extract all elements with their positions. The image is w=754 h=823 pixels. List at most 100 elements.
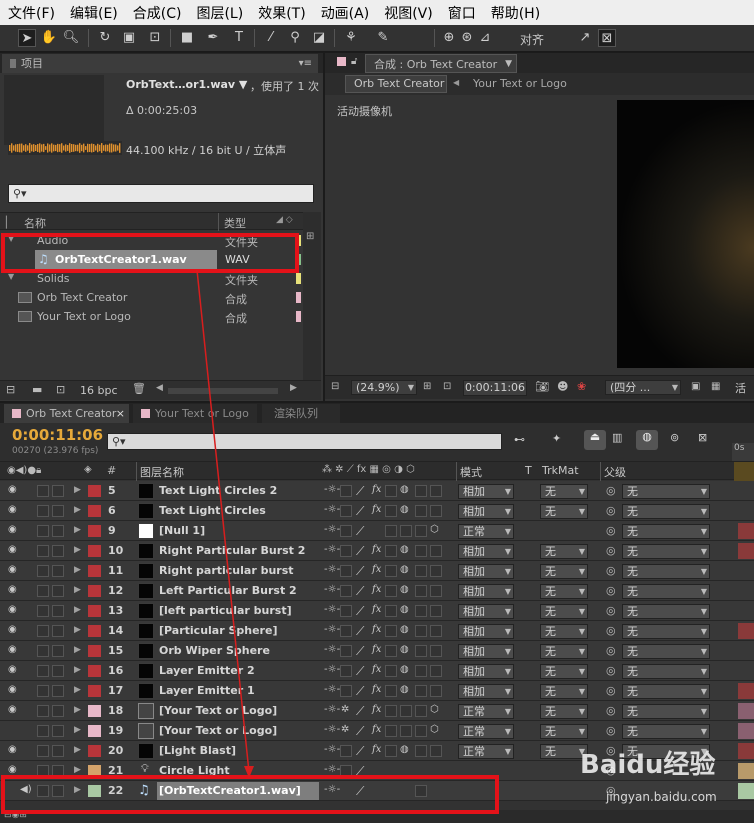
pickwhip-icon[interactable]: ◎ (606, 504, 616, 517)
adjustment-box[interactable] (415, 485, 427, 497)
collapse-box[interactable] (340, 665, 352, 677)
layer-name[interactable]: Right particular burst (159, 564, 294, 577)
adjustment-box[interactable] (415, 665, 427, 677)
eye-icon[interactable]: ◉ (8, 525, 20, 535)
fx-switch-icon[interactable]: fx (372, 744, 381, 755)
work-area-bar[interactable] (734, 462, 754, 481)
adjustment-box[interactable] (415, 745, 427, 757)
eye-icon[interactable]: ◉ (8, 745, 20, 755)
adjustment-box[interactable] (415, 785, 427, 797)
collapse-box[interactable] (340, 645, 352, 657)
layer-row[interactable]: ◉ ▶ 17 Layer Emitter 1 -☼- ⟋ fx ◍ 相加 ▼ 无 ▼ ◎ 无 ▼ (0, 681, 754, 701)
shy-switch-icon[interactable]: -☼- (324, 484, 340, 495)
mode-dropdown[interactable]: 正常 ▼ (458, 524, 514, 539)
current-time[interactable]: 0:00:11:06 (12, 426, 103, 444)
3d-layer-box[interactable] (430, 665, 442, 677)
new-comp-icon[interactable]: ⊡ (56, 383, 65, 396)
trkmat-dropdown[interactable]: 无 ▼ (540, 484, 588, 499)
parent-dropdown[interactable]: 无 ▼ (622, 664, 710, 679)
layer-label-color[interactable] (88, 745, 101, 757)
comp-timecode[interactable]: 0:00:11:06 (463, 380, 527, 396)
shy-switch-icon[interactable]: -☼- (324, 684, 340, 695)
rectangle-tool-icon[interactable]: ■ (178, 29, 196, 47)
new-folder-icon[interactable]: ▬ (32, 383, 42, 396)
quality-switch-icon[interactable]: ⟋ (356, 764, 364, 779)
layer-duration-bar[interactable] (738, 523, 754, 539)
frame-blend-box[interactable] (385, 745, 397, 757)
quality-switch-icon[interactable]: ⟋ (356, 744, 364, 759)
breadcrumb-your-text-or-logo[interactable]: Your Text or Logo (473, 77, 567, 90)
layer-duration-bar[interactable] (738, 563, 754, 579)
lock-box[interactable] (52, 665, 64, 677)
mode-dropdown[interactable]: 相加 ▼ (458, 644, 514, 659)
layer-name[interactable]: Text Light Circles 2 (159, 484, 277, 497)
solo-box[interactable] (37, 545, 49, 557)
transparency-grid-icon[interactable]: ▦ (711, 381, 720, 392)
eye-icon[interactable]: ◉ (8, 605, 20, 615)
shy-switch-icon[interactable]: -☼- (324, 584, 340, 595)
lock-box[interactable] (52, 505, 64, 517)
fx-switch-icon[interactable]: fx (372, 704, 381, 715)
shy-switch-icon[interactable]: -☼- (324, 644, 340, 655)
3d-layer-icon[interactable]: ⬡ (430, 724, 439, 735)
solo-box[interactable] (37, 485, 49, 497)
lock-box[interactable] (52, 625, 64, 637)
parent-dropdown[interactable]: 无 ▼ (622, 684, 710, 699)
project-search-input[interactable]: ⚲▾ (8, 184, 314, 203)
quality-switch-icon[interactable]: ⟋ (356, 724, 364, 739)
frame-blend-box[interactable] (385, 725, 397, 737)
3d-layer-box[interactable] (430, 745, 442, 757)
graph-editor-icon[interactable]: ⊠ (698, 431, 707, 444)
pickwhip-icon[interactable]: ◎ (606, 704, 616, 717)
collapse-box[interactable] (340, 525, 352, 537)
lock-box[interactable] (52, 645, 64, 657)
shy-switch-icon[interactable]: -☼- (324, 564, 340, 575)
layer-row[interactable]: ◉ ▶ 15 Orb Wiper Sphere -☼- ⟋ fx ◍ 相加 ▼ 无 ▼ ◎ 无 ▼ (0, 641, 754, 661)
layer-name[interactable]: [OrbTextCreator1.wav] (157, 782, 319, 800)
bit-depth-label[interactable]: 16 bpc (80, 384, 118, 397)
lock-box[interactable] (52, 485, 64, 497)
fx-switch-icon[interactable]: fx (372, 484, 381, 495)
eye-icon[interactable]: ◉ (8, 645, 20, 655)
lock-box[interactable] (52, 685, 64, 697)
motion-blur-icon[interactable]: ◍ (400, 604, 409, 615)
lock-box[interactable] (52, 545, 64, 557)
solo-box[interactable] (37, 665, 49, 677)
pickwhip-icon[interactable]: ◎ (606, 684, 616, 697)
frame-blend-box[interactable] (385, 685, 397, 697)
quality-switch-icon[interactable]: ⟋ (356, 524, 364, 539)
eye-icon[interactable]: ◉ (8, 665, 20, 675)
layer-row[interactable]: ◉ ▶ 9 [Null 1] -☼- ⟋ ⬡ 正常 ▼ ◎ 无 ▼ (0, 521, 754, 541)
layer-row[interactable]: ▶ 19 [Your Text or Logo] -☼- ✲ ⟋ fx ⬡ 正常 ▼ 无 ▼ ◎ 无 ▼ (0, 721, 754, 741)
expand-triangle-icon[interactable]: ▶ (74, 565, 81, 575)
clone-stamp-tool-icon[interactable]: ⚲ (286, 29, 304, 47)
fx-switch-icon[interactable]: fx (372, 644, 381, 655)
camera-tool-icon[interactable]: ▣ (120, 29, 138, 47)
selection-tool-icon[interactable]: ➤ (18, 29, 36, 47)
expand-triangle-icon[interactable]: ▶ (74, 745, 81, 755)
trkmat-dropdown[interactable]: 无 ▼ (540, 504, 588, 519)
quality-switch-icon[interactable]: ⟋ (356, 684, 364, 699)
layer-row[interactable]: ◉ ▶ 14 [Particular Sphere] -☼- ⟋ fx ◍ 相加 ▼ 无 ▼ ◎ 无 ▼ (0, 621, 754, 641)
layer-name[interactable]: [Light Blast] (159, 744, 236, 757)
layer-row[interactable]: ◉ ▶ 6 Text Light Circles -☼- ⟋ fx ◍ 相加 ▼ 无 ▼ ◎ 无 ▼ (0, 501, 754, 521)
expand-triangle-icon[interactable]: ▶ (74, 665, 81, 675)
motion-blur-icon[interactable]: ◍ (400, 644, 409, 655)
adjustment-box[interactable] (415, 505, 427, 517)
motion-blur-icon[interactable]: ◍ (636, 430, 658, 450)
layer-label-color[interactable] (88, 525, 101, 537)
3d-layer-icon[interactable]: ⬡ (430, 524, 439, 535)
eraser-tool-icon[interactable]: ◪ (310, 29, 328, 47)
expand-triangle-icon[interactable]: ▶ (74, 525, 81, 535)
collapse-box[interactable] (340, 685, 352, 697)
lock-box[interactable] (52, 765, 64, 777)
project-item[interactable]: Your Text or Logo 合成 (0, 307, 301, 326)
tab-orb-text-creator[interactable]: Orb Text Creator × (4, 404, 129, 423)
3d-layer-box[interactable] (430, 545, 442, 557)
pickwhip-icon[interactable]: ◎ (606, 564, 616, 577)
pan-behind-tool-icon[interactable]: ⊡ (146, 29, 164, 47)
project-item[interactable]: ▼ Audio 文件夹 (0, 231, 301, 250)
fx-switch-icon[interactable]: fx (372, 624, 381, 635)
disclosure-triangle-icon[interactable]: ▼ (8, 234, 14, 243)
solo-box[interactable] (37, 685, 49, 697)
